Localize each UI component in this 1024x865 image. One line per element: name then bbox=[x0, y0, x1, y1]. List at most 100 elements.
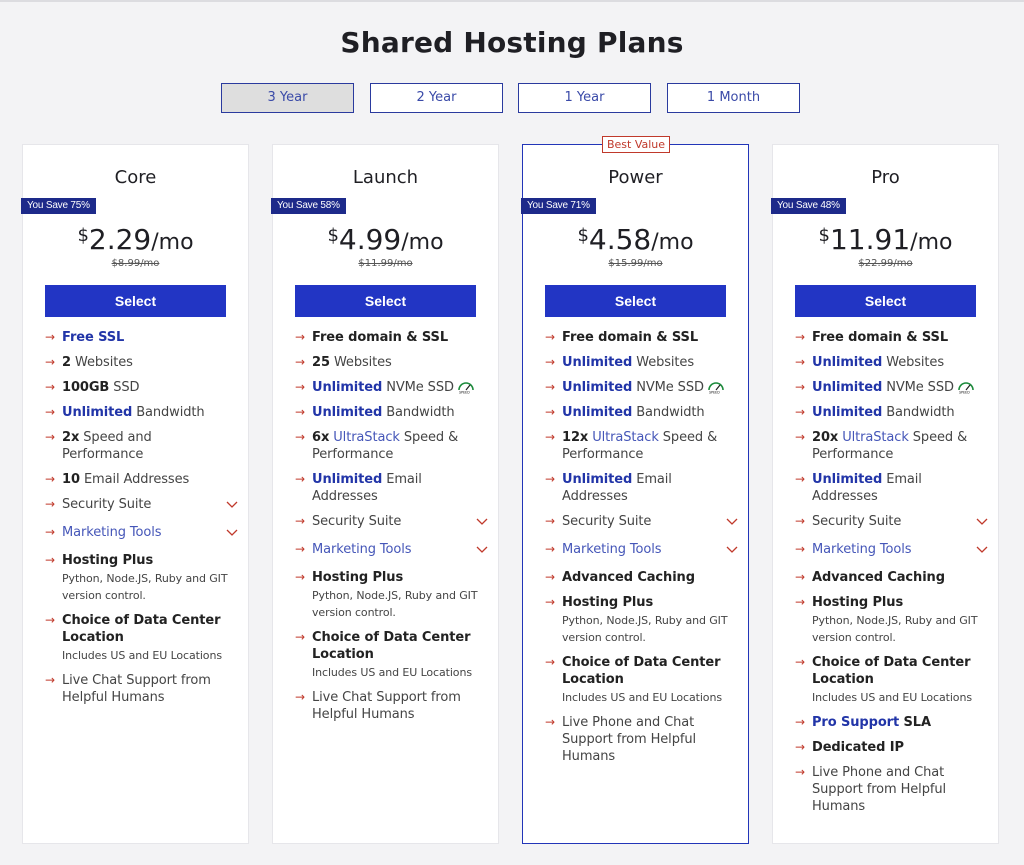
feature-list: → Free domain & SSL → Unlimited Websites → Un… bbox=[545, 329, 738, 773]
feature-link[interactable]: UltraStack bbox=[838, 430, 909, 445]
feature-bold: 6x bbox=[312, 430, 330, 445]
arrow-right-icon: → bbox=[295, 430, 305, 444]
arrow-right-icon: → bbox=[545, 715, 555, 729]
select-button[interactable]: Select bbox=[45, 285, 226, 317]
feature-item[interactable]: → Marketing Tools bbox=[45, 524, 238, 541]
feature-item: → 2x Speed and Performance bbox=[45, 429, 231, 463]
chevron-down-icon[interactable] bbox=[476, 543, 488, 560]
feature-item: → Unlimited Bandwidth bbox=[295, 404, 481, 421]
arrow-right-icon: → bbox=[795, 514, 805, 528]
term-tab-3-year[interactable]: 3 Year bbox=[221, 83, 354, 113]
chevron-down-icon[interactable] bbox=[726, 543, 738, 560]
chevron-down-icon[interactable] bbox=[976, 515, 988, 532]
feature-item: → Unlimited NVMe SSD SPEED bbox=[295, 379, 481, 396]
feature-subtext: Includes US and EU Locations bbox=[62, 649, 222, 662]
feature-bold: Free domain & SSL bbox=[562, 330, 698, 345]
plan-name: Core bbox=[114, 167, 157, 188]
arrow-right-icon: → bbox=[795, 380, 805, 394]
feature-list: → Free domain & SSL → 25 Websites → Unlimited… bbox=[295, 329, 488, 731]
arrow-right-icon: → bbox=[545, 570, 555, 584]
term-tab-1-year[interactable]: 1 Year bbox=[518, 83, 651, 113]
feature-link[interactable]: Marketing Tools bbox=[312, 542, 412, 557]
feature-link[interactable]: UltraStack bbox=[329, 430, 400, 445]
feature-highlight: Unlimited bbox=[812, 380, 883, 395]
arrow-right-icon: → bbox=[295, 405, 305, 419]
feature-bold: Choice of Data Center Location bbox=[562, 655, 721, 687]
original-price: $15.99/mo bbox=[608, 258, 663, 269]
term-tab-1-month[interactable]: 1 Month bbox=[667, 83, 800, 113]
feature-item[interactable]: → Security Suite bbox=[295, 513, 488, 530]
feature-item[interactable]: → Security Suite bbox=[45, 496, 238, 513]
feature-item: → 10 Email Addresses bbox=[45, 471, 231, 488]
arrow-right-icon: → bbox=[795, 570, 805, 584]
feature-highlight: Unlimited bbox=[62, 405, 133, 420]
feature-link[interactable]: Marketing Tools bbox=[812, 542, 912, 557]
arrow-right-icon: → bbox=[295, 570, 305, 584]
arrow-right-icon: → bbox=[795, 355, 805, 369]
arrow-right-icon: → bbox=[295, 472, 305, 486]
feature-item[interactable]: → Marketing Tools bbox=[795, 541, 988, 558]
arrow-right-icon: → bbox=[295, 630, 305, 644]
plan-card-pro: Pro You Save 48% $11.91/mo $22.99/mo Select →… bbox=[771, 144, 999, 844]
arrow-right-icon: → bbox=[45, 380, 55, 394]
chevron-down-icon[interactable] bbox=[726, 515, 738, 532]
original-price: $22.99/mo bbox=[858, 258, 913, 269]
arrow-right-icon: → bbox=[795, 715, 805, 729]
select-button[interactable]: Select bbox=[795, 285, 976, 317]
feature-text: Live Phone and Chat Support from Helpful… bbox=[812, 765, 946, 814]
feature-text: NVMe SSD bbox=[382, 380, 454, 395]
price-currency: $ bbox=[818, 225, 830, 246]
feature-text: Security Suite bbox=[812, 514, 902, 529]
svg-text:SPEED: SPEED bbox=[709, 391, 720, 394]
feature-subtext: Includes US and EU Locations bbox=[562, 691, 722, 704]
speed-badge-icon: SPEED bbox=[957, 381, 975, 395]
feature-bold: 25 bbox=[312, 355, 330, 370]
price-amount: 11.91 bbox=[829, 223, 911, 256]
feature-link[interactable]: Marketing Tools bbox=[562, 542, 662, 557]
feature-link[interactable]: UltraStack bbox=[588, 430, 659, 445]
feature-item: → Live Chat Support from Helpful Humans bbox=[295, 689, 481, 723]
price-period: /mo bbox=[910, 230, 953, 255]
arrow-right-icon: → bbox=[45, 497, 55, 511]
feature-highlight: Free SSL bbox=[62, 330, 125, 345]
feature-item: → Hosting Plus Python, Node.JS, Ruby and G… bbox=[45, 552, 231, 604]
arrow-right-icon: → bbox=[295, 514, 305, 528]
arrow-right-icon: → bbox=[45, 472, 55, 486]
chevron-down-icon[interactable] bbox=[476, 515, 488, 532]
speed-badge-icon: SPEED bbox=[707, 381, 725, 395]
select-button[interactable]: Select bbox=[545, 285, 726, 317]
arrow-right-icon: → bbox=[545, 330, 555, 344]
feature-item[interactable]: → Marketing Tools bbox=[545, 541, 738, 558]
arrow-right-icon: → bbox=[295, 380, 305, 394]
feature-highlight: Unlimited bbox=[562, 405, 633, 420]
feature-item: → Hosting Plus Python, Node.JS, Ruby and G… bbox=[545, 594, 731, 646]
plan-price: $4.58/mo bbox=[523, 223, 748, 256]
price-amount: 2.29 bbox=[88, 223, 152, 256]
plan-price: $11.91/mo bbox=[773, 223, 998, 256]
feature-item: → Live Chat Support from Helpful Humans bbox=[45, 672, 231, 706]
term-tab-2-year[interactable]: 2 Year bbox=[370, 83, 503, 113]
arrow-right-icon: → bbox=[545, 430, 555, 444]
arrow-right-icon: → bbox=[45, 330, 55, 344]
feature-item: → 20x UltraStack Speed & Performance bbox=[795, 429, 981, 463]
feature-highlight: Unlimited bbox=[562, 380, 633, 395]
chevron-down-icon[interactable] bbox=[976, 543, 988, 560]
feature-item[interactable]: → Security Suite bbox=[795, 513, 988, 530]
feature-item: → Advanced Caching bbox=[795, 569, 981, 586]
feature-text: Security Suite bbox=[562, 514, 652, 529]
feature-bold: 100GB bbox=[62, 380, 110, 395]
arrow-right-icon: → bbox=[45, 525, 55, 539]
feature-bold: Free domain & SSL bbox=[312, 330, 448, 345]
feature-item[interactable]: → Marketing Tools bbox=[295, 541, 488, 558]
select-button[interactable]: Select bbox=[295, 285, 476, 317]
arrow-right-icon: → bbox=[45, 355, 55, 369]
feature-text: Bandwidth bbox=[382, 405, 455, 420]
arrow-right-icon: → bbox=[545, 542, 555, 556]
feature-text: Bandwidth bbox=[882, 405, 955, 420]
feature-item[interactable]: → Security Suite bbox=[545, 513, 738, 530]
feature-text: Email Addresses bbox=[79, 472, 190, 487]
price-currency: $ bbox=[577, 225, 589, 246]
chevron-down-icon[interactable] bbox=[226, 526, 238, 543]
chevron-down-icon[interactable] bbox=[226, 498, 238, 515]
feature-link[interactable]: Marketing Tools bbox=[62, 525, 162, 540]
